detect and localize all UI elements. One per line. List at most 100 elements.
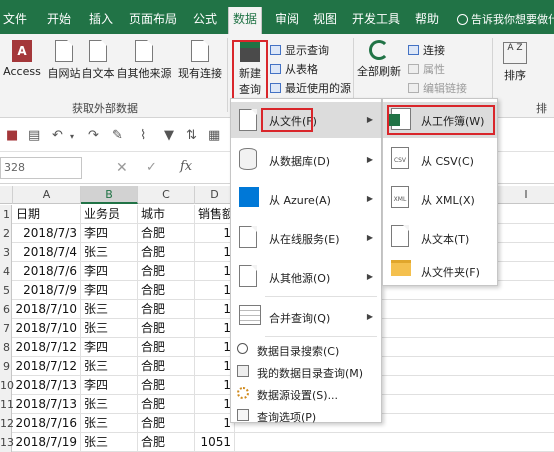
enter-icon[interactable]: ✓ <box>146 160 157 175</box>
cell-col-d[interactable]: 1 <box>195 243 235 262</box>
from-web-button[interactable]: 自网站 <box>44 40 84 81</box>
cell-col-b[interactable]: 业务员 <box>81 205 138 224</box>
column-header-d[interactable]: D <box>195 186 235 204</box>
brush-icon[interactable]: ⌇ <box>140 128 146 143</box>
cell-col-a[interactable]: 2018/7/12 <box>13 338 81 357</box>
from-other-sources-button[interactable]: 自其他来源 <box>114 40 174 81</box>
row-header[interactable]: 10 <box>0 376 14 395</box>
filter-icon[interactable]: ▼ <box>164 128 174 143</box>
menu-item-combine-queries[interactable]: 合并查询(Q) ▶ <box>231 298 381 334</box>
menu-item-data-source-settings[interactable]: 数据源设置(S)... <box>231 383 381 405</box>
cell-col-a[interactable]: 2018/7/16 <box>13 414 81 433</box>
paste-icon[interactable]: ▤ <box>28 128 40 143</box>
cell-col-b[interactable]: 张三 <box>81 319 138 338</box>
row-header[interactable]: 2 <box>0 224 12 243</box>
cell-col-c[interactable]: 合肥 <box>138 243 195 262</box>
properties-button[interactable]: 属性 <box>408 61 445 77</box>
menu-item-from-folder[interactable]: 从文件夹(F) <box>383 256 497 286</box>
cell-col-d[interactable]: 1 <box>195 395 235 414</box>
cell-col-d[interactable]: 1 <box>195 357 235 376</box>
menu-item-from-xml[interactable]: XML 从 XML(X) <box>383 180 497 216</box>
tab-view[interactable]: 视图 <box>310 9 340 34</box>
cell-col-a[interactable]: 2018/7/6 <box>13 262 81 281</box>
recent-sources-button[interactable]: 最近使用的源 <box>270 80 351 96</box>
column-header-b[interactable]: B <box>81 186 138 204</box>
cell-col-b[interactable]: 张三 <box>81 243 138 262</box>
row-header[interactable]: 13 <box>0 433 14 452</box>
row-header[interactable]: 4 <box>0 262 12 281</box>
menu-item-my-catalog-queries[interactable]: 我的数据目录查询(M) <box>231 361 381 383</box>
cell-col-a[interactable]: 2018/7/13 <box>13 395 81 414</box>
cell-col-b[interactable]: 张三 <box>81 300 138 319</box>
cell-col-b[interactable]: 张三 <box>81 433 138 452</box>
cell-col-d[interactable]: 1 <box>195 319 235 338</box>
insert-function-icon[interactable]: fx <box>180 159 192 174</box>
cell-col-d[interactable]: 1 <box>195 376 235 395</box>
show-queries-button[interactable]: 显示查询 <box>270 42 329 58</box>
cell-col-a[interactable]: 2018/7/3 <box>13 224 81 243</box>
cell-col-c[interactable]: 合肥 <box>138 414 195 433</box>
cell-col-a[interactable]: 2018/7/4 <box>13 243 81 262</box>
from-access-button[interactable]: A Access <box>2 40 42 78</box>
menu-item-query-options[interactable]: 查询选项(P) <box>231 405 381 427</box>
tab-formulas[interactable]: 公式 <box>188 9 222 34</box>
undo-dropdown-icon[interactable]: ▾ <box>70 132 74 141</box>
cell-col-b[interactable]: 李四 <box>81 338 138 357</box>
cell-col-a[interactable]: 2018/7/10 <box>13 319 81 338</box>
from-table-button[interactable]: 从表格 <box>270 61 318 77</box>
cell-col-c[interactable]: 合肥 <box>138 281 195 300</box>
tab-file[interactable]: 文件 <box>2 9 28 34</box>
row-header[interactable]: 7 <box>0 319 12 338</box>
cell-col-a[interactable]: 2018/7/10 <box>13 300 81 319</box>
cancel-icon[interactable]: ✕ <box>116 160 128 176</box>
row-header[interactable]: 8 <box>0 338 12 357</box>
cell-col-a[interactable]: 2018/7/13 <box>13 376 81 395</box>
cell-col-d[interactable]: 1 <box>195 300 235 319</box>
cell-col-d[interactable]: 1 <box>195 414 235 433</box>
connections-button[interactable]: 连接 <box>408 42 445 58</box>
select-all-corner[interactable] <box>0 186 13 204</box>
cell-col-b[interactable]: 张三 <box>81 395 138 414</box>
grid-icon[interactable]: ▦ <box>208 128 220 143</box>
row-header[interactable]: 3 <box>0 243 12 262</box>
tab-developer[interactable]: 开发工具 <box>348 9 404 34</box>
menu-item-from-database[interactable]: 从数据库(D) ▶ <box>231 141 381 177</box>
refresh-all-button[interactable]: 全部刷新 <box>356 40 402 79</box>
row-header[interactable]: 9 <box>0 357 12 376</box>
sort-icon[interactable]: ⇅ <box>186 128 197 143</box>
menu-item-from-csv[interactable]: CSV 从 CSV(C) <box>383 141 497 177</box>
tab-data[interactable]: 数据 <box>228 7 262 34</box>
tab-home[interactable]: 开始 <box>42 9 76 34</box>
cell-col-c[interactable]: 合肥 <box>138 357 195 376</box>
row-header[interactable]: 11 <box>0 395 14 414</box>
row-header[interactable]: 1 <box>0 205 12 224</box>
cell-col-b[interactable]: 张三 <box>81 357 138 376</box>
cell-col-c[interactable]: 合肥 <box>138 376 195 395</box>
cell-col-b[interactable]: 李四 <box>81 224 138 243</box>
cell-col-a[interactable]: 2018/7/9 <box>13 281 81 300</box>
row-header[interactable]: 12 <box>0 414 14 433</box>
tab-help[interactable]: 帮助 <box>412 9 442 34</box>
cell-col-c[interactable]: 合肥 <box>138 395 195 414</box>
format-painter-icon[interactable]: ✎ <box>112 128 123 143</box>
menu-item-from-text[interactable]: 从文本(T) <box>383 219 497 255</box>
row-header[interactable]: 5 <box>0 281 12 300</box>
save-icon[interactable]: ■ <box>6 128 18 143</box>
row-header[interactable]: 6 <box>0 300 12 319</box>
name-box[interactable]: 328 <box>0 157 82 179</box>
cell-col-c[interactable]: 合肥 <box>138 338 195 357</box>
edit-links-button[interactable]: 编辑链接 <box>408 80 467 96</box>
sort-button[interactable]: A Z 排序 <box>498 42 532 83</box>
cell-col-d[interactable]: 1 <box>195 224 235 243</box>
menu-item-from-azure[interactable]: 从 Azure(A) ▶ <box>231 180 381 216</box>
tell-me-box[interactable]: 告诉我你想要做什么 <box>457 11 554 27</box>
tab-page-layout[interactable]: 页面布局 <box>124 9 182 34</box>
menu-item-catalog-search[interactable]: 数据目录搜索(C) <box>231 339 381 361</box>
cell-col-a[interactable]: 2018/7/19 <box>13 433 81 452</box>
column-header-c[interactable]: C <box>138 186 195 204</box>
cell-col-c[interactable]: 合肥 <box>138 433 195 452</box>
cell-col-d[interactable]: 1 <box>195 338 235 357</box>
cell-col-b[interactable]: 李四 <box>81 262 138 281</box>
menu-item-from-online-services[interactable]: 从在线服务(E) ▶ <box>231 219 381 255</box>
undo-icon[interactable]: ↶ <box>52 128 63 143</box>
